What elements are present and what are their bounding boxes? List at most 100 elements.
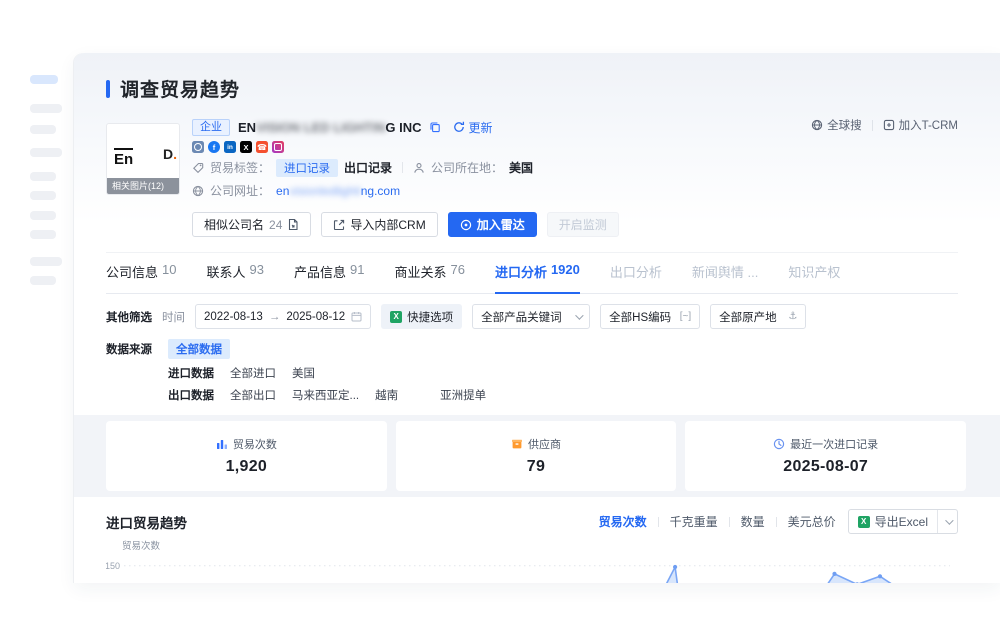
toggle-kg-weight[interactable]: 千克重量 — [670, 513, 718, 530]
excel-quick-icon — [390, 311, 402, 323]
refresh-link[interactable]: 更新 — [453, 119, 492, 136]
start-monitor-button[interactable]: 开启监测 — [547, 212, 619, 237]
sidebar-item-placeholder[interactable] — [30, 148, 62, 157]
facebook-icon[interactable] — [208, 141, 220, 153]
origin-value: 全部原产地 — [719, 309, 777, 325]
stat-label: 贸易次数 — [233, 436, 277, 452]
linkedin-icon[interactable] — [224, 141, 236, 153]
export-dropdown-caret[interactable] — [937, 510, 957, 533]
start-monitor-label: 开启监测 — [559, 216, 607, 233]
import-crm-label: 导入内部CRM — [350, 216, 425, 233]
stat-value: 1,920 — [226, 458, 268, 476]
tab-news[interactable]: 新闻舆情 ... — [692, 262, 758, 293]
company-logo: En — [114, 148, 133, 168]
import-data-label: 进口数据 — [168, 365, 214, 381]
other-filters-label: 其他筛选 — [106, 309, 152, 325]
page-title: 调查贸易趋势 — [120, 75, 240, 102]
import-data-row: 进口数据 全部进口 美国 — [168, 365, 315, 381]
tab-company-info[interactable]: 公司信息10 — [106, 262, 176, 293]
sidebar-item-placeholder[interactable] — [30, 125, 56, 134]
divider — [402, 162, 403, 173]
website-redacted: visionledlighti — [289, 184, 360, 198]
stat-card-trade-count: 贸易次数 1,920 — [106, 421, 387, 491]
similar-companies-label: 相似公司名 — [204, 216, 264, 233]
export-data-item[interactable]: 马来西亚定... — [292, 387, 359, 403]
export-data-item[interactable]: 全部出口 — [230, 387, 276, 403]
refresh-label: 更新 — [468, 119, 492, 136]
quick-options-button[interactable]: 快捷选项 — [381, 304, 462, 329]
tag-icon — [192, 162, 204, 174]
hs-code-input[interactable]: 全部HS编码 [~] — [600, 304, 700, 329]
trend-chart-area: 15012090贸易次数 — [106, 539, 958, 583]
product-keyword-value: 全部产品关键词 — [481, 309, 562, 325]
company-type-tag: 企业 — [192, 119, 230, 136]
product-keyword-select[interactable]: 全部产品关键词 — [472, 304, 590, 329]
copy-icon[interactable] — [429, 121, 441, 133]
sidebar-item-placeholder[interactable] — [30, 257, 62, 266]
import-crm-button[interactable]: 导入内部CRM — [321, 212, 437, 237]
export-data-item[interactable]: 越南 — [375, 387, 398, 403]
company-website-link[interactable]: envisionledlighting.com — [276, 184, 400, 198]
similar-companies-count: 24 — [269, 218, 282, 232]
sidebar-item-placeholder[interactable] — [30, 230, 56, 239]
location-icon — [413, 162, 425, 174]
all-data-tag[interactable]: 全部数据 — [168, 339, 230, 359]
chevron-down-icon — [945, 516, 953, 524]
tab-products[interactable]: 产品信息91 — [294, 262, 364, 293]
toggle-trade-count[interactable]: 贸易次数 — [599, 513, 647, 530]
import-icon — [333, 219, 345, 231]
website-label: 公司网址： — [210, 182, 270, 199]
stat-value: 2025-08-07 — [783, 458, 868, 476]
sidebar-item-placeholder[interactable] — [30, 172, 56, 181]
join-radar-button[interactable]: 加入雷达 — [448, 212, 537, 237]
main-panel: 全球搜 加入T-CRM 调查贸易趋势 En D. 相关图片(12) 企业 ENV… — [74, 53, 1000, 583]
company-name: ENVISION LED LIGHTING INC — [238, 120, 421, 135]
sidebar-item-placeholder[interactable] — [30, 75, 58, 84]
tab-import-analysis[interactable]: 进口分析1920 — [495, 262, 580, 294]
stat-card-suppliers: 供应商 79 — [396, 421, 677, 491]
data-source-label: 数据来源 — [106, 341, 152, 357]
sidebar-item-placeholder[interactable] — [30, 211, 56, 220]
tab-bar: 公司信息10 联系人93 产品信息91 商业关系76 进口分析1920 出口分析… — [106, 252, 958, 294]
import-data-item[interactable]: 美国 — [292, 365, 315, 381]
data-source-block: 数据来源 全部数据 进口数据 全部进口 美国 出口数据 全部出口 马来西亚定..… — [106, 339, 958, 403]
export-data-item[interactable]: 亚洲提单 — [440, 387, 486, 403]
toggle-quantity[interactable]: 数量 — [741, 513, 765, 530]
sidebar-item-placeholder[interactable] — [30, 191, 56, 200]
excel-icon — [858, 516, 870, 528]
export-excel-button[interactable]: 导出Excel — [848, 509, 958, 534]
import-records-tag[interactable]: 进口记录 — [276, 159, 338, 177]
toggle-usd-total[interactable]: 美元总价 — [788, 513, 836, 530]
refresh-icon — [453, 121, 465, 133]
tab-export-analysis[interactable]: 出口分析 — [610, 262, 662, 293]
divider — [658, 517, 659, 527]
x-icon[interactable] — [240, 141, 252, 153]
related-logo-partial: D. — [163, 146, 177, 162]
tab-contacts[interactable]: 联系人93 — [206, 262, 263, 293]
export-records-tag[interactable]: 出口记录 — [344, 159, 392, 176]
chevron-down-icon — [575, 311, 583, 319]
trend-chart[interactable]: 15012090贸易次数 — [106, 539, 958, 583]
divider — [729, 517, 730, 527]
hs-code-value: 全部HS编码 — [609, 309, 671, 325]
tab-ip[interactable]: 知识产权 — [788, 262, 840, 293]
related-images-caption[interactable]: 相关图片(12) — [107, 178, 179, 194]
import-data-item[interactable]: 全部进口 — [230, 365, 276, 381]
tab-business-relations[interactable]: 商业关系76 — [394, 262, 464, 293]
website-icon[interactable] — [192, 141, 204, 153]
date-range-input[interactable]: 2022-08-13 → 2025-08-12 — [195, 304, 371, 329]
export-data-label: 出口数据 — [168, 387, 214, 403]
phone-icon[interactable] — [256, 141, 268, 153]
sidebar-item-placeholder[interactable] — [30, 104, 62, 113]
hs-code-icon: [~] — [680, 311, 691, 322]
sidebar-item-placeholder[interactable] — [30, 276, 56, 285]
instagram-icon[interactable] — [272, 141, 284, 153]
similar-companies-button[interactable]: 相似公司名 24 — [192, 212, 311, 237]
origin-input[interactable]: 全部原产地 ⚓ — [710, 304, 806, 329]
filter-bar: 其他筛选 时间 2022-08-13 → 2025-08-12 快捷选项 全部产… — [106, 304, 958, 329]
calendar-icon — [351, 311, 362, 322]
stat-card-last-import: 最近一次进口记录 2025-08-07 — [685, 421, 966, 491]
date-start: 2022-08-13 — [204, 311, 263, 323]
radar-icon — [460, 219, 472, 231]
company-image[interactable]: En D. 相关图片(12) — [106, 123, 180, 195]
